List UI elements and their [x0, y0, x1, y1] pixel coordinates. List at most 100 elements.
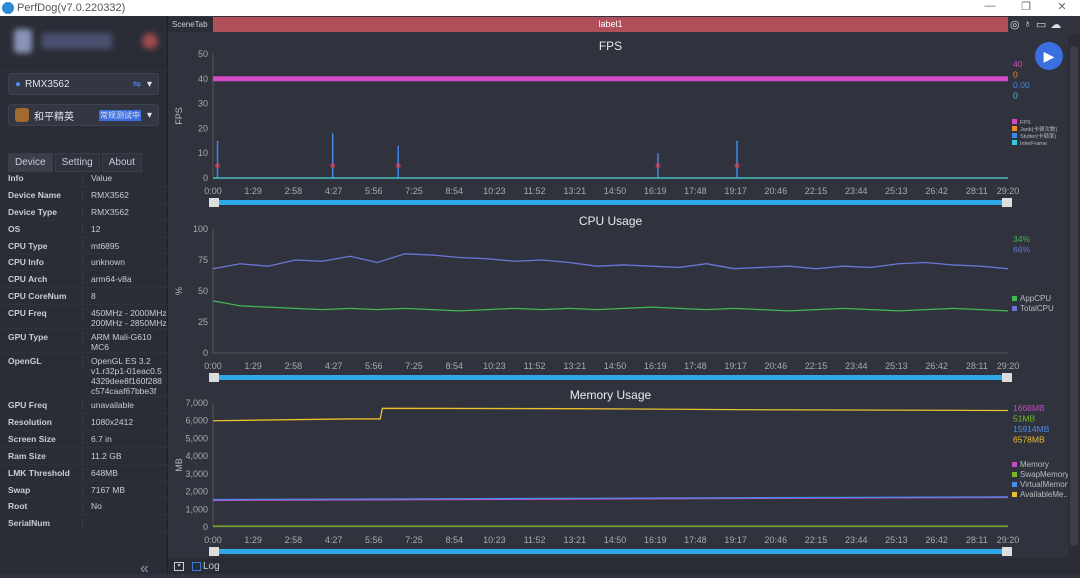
y-axis-label: % — [174, 287, 184, 295]
y-tick-label: 100 — [193, 224, 208, 234]
log-checkbox[interactable] — [192, 561, 201, 571]
x-tick-label: 0:00 — [204, 186, 222, 196]
device-select[interactable]: ● RMX3562 ⇋ ▾ — [8, 73, 159, 95]
legend-entry: AppCPU — [1020, 294, 1051, 303]
slider-handle-right — [1002, 373, 1012, 382]
y-tick-label: 50 — [198, 49, 208, 59]
x-tick-label: 28:11 — [966, 361, 988, 371]
x-tick-label: 23:44 — [845, 535, 868, 545]
series-current-value: 0 — [1013, 91, 1018, 101]
x-tick-label: 22:15 — [805, 535, 828, 545]
info-row: CPU Type mt6895 — [0, 238, 168, 255]
app-select[interactable]: 和平精英 常规测试中 ▾ — [8, 104, 159, 126]
x-tick-label: 29:20 — [997, 535, 1020, 545]
x-tick-label: 5:56 — [365, 361, 383, 371]
y-tick-label: 0 — [203, 348, 208, 358]
app-icon — [15, 108, 29, 122]
y-tick-label: 7,000 — [185, 398, 208, 408]
scrollbar[interactable] — [1068, 34, 1080, 558]
series-current-value: 51MB — [1013, 414, 1036, 424]
legend-entry: Memory — [1020, 460, 1049, 469]
x-tick-label: 19:17 — [724, 361, 747, 371]
maximize-button[interactable]: ❐ — [1008, 0, 1044, 13]
x-tick-label: 14:50 — [604, 535, 627, 545]
legend-entry: VirtualMemory — [1020, 480, 1071, 489]
collapse-icon[interactable]: « — [140, 560, 149, 578]
user-profile[interactable] — [0, 16, 167, 66]
bottom-bar: ▾ Log — [168, 558, 1080, 574]
minimize-button[interactable]: — — [972, 0, 1008, 13]
y-tick-label: 4,000 — [185, 451, 208, 461]
x-tick-label: 0:00 — [204, 535, 222, 545]
y-axis-label: FPS — [174, 107, 184, 125]
series-line-1 — [212, 253, 1009, 270]
y-tick-label: 2,000 — [185, 487, 208, 497]
info-row: SerialNum — [0, 515, 168, 533]
x-tick-label: 11:52 — [524, 535, 546, 545]
x-tick-label: 11:52 — [524, 361, 546, 371]
info-row: CPU CoreNum 8 — [0, 288, 168, 306]
x-tick-label: 19:17 — [724, 535, 747, 545]
info-row: CPU Info unknown — [0, 254, 168, 272]
legend-entry: TotalCPU — [1020, 304, 1054, 313]
chart-title: CPU Usage — [579, 214, 643, 228]
expand-icon[interactable]: ▾ — [174, 561, 184, 571]
y-tick-label: 40 — [198, 74, 208, 84]
series-current-value: 15914MB — [1013, 424, 1050, 434]
slider-handle-left — [209, 198, 219, 207]
legend-entry: SwapMemory — [1020, 470, 1069, 479]
x-tick-label: 0:00 — [204, 361, 222, 371]
x-tick-label: 20:46 — [765, 186, 788, 196]
info-row: OpenGL OpenGL ES 3.2 v1.r32p1-01eac0.5 43… — [0, 353, 168, 398]
time-range-slider — [213, 549, 1008, 554]
x-tick-label: 14:50 — [604, 186, 627, 196]
sidebar: ● RMX3562 ⇋ ▾ 和平精英 常规测试中 ▾ Device Settin… — [0, 16, 168, 577]
y-tick-label: 0 — [203, 173, 208, 183]
x-tick-label: 20:46 — [765, 361, 788, 371]
test-status-badge: 常规测试中 — [98, 109, 141, 121]
series-current-value: 6578MB — [1013, 435, 1045, 445]
app-name: 和平精英 — [34, 111, 74, 123]
info-row: Resolution 1080x2412 — [0, 414, 168, 431]
info-row: CPU Freq 450MHz - 2000MHz 200MHz - 2850MH… — [0, 305, 168, 330]
series-line-3 — [212, 407, 1009, 422]
x-tick-label: 4:27 — [325, 535, 343, 545]
x-tick-label: 13:21 — [564, 186, 587, 196]
x-tick-label: 14:50 — [604, 361, 627, 371]
x-tick-label: 23:44 — [845, 186, 868, 196]
x-tick-label: 25:13 — [885, 535, 908, 545]
y-tick-label: 25 — [198, 317, 208, 327]
x-tick-label: 16:19 — [644, 361, 667, 371]
close-button[interactable]: ✕ — [1044, 0, 1080, 13]
x-tick-label: 7:25 — [405, 361, 423, 371]
jank-marker — [395, 163, 401, 169]
x-tick-label: 29:20 — [997, 361, 1020, 371]
log-label: Log — [203, 560, 220, 572]
time-range-slider — [213, 200, 1008, 205]
x-tick-label: 10:23 — [483, 535, 506, 545]
slider-handle-right — [1002, 198, 1012, 207]
info-row: Device Name RMX3562 — [0, 187, 168, 204]
x-tick-label: 4:27 — [325, 361, 343, 371]
x-tick-label: 26:42 — [925, 186, 948, 196]
x-tick-label: 20:46 — [765, 535, 788, 545]
x-tick-label: 5:56 — [365, 535, 383, 545]
play-button[interactable]: ▶ — [1035, 42, 1063, 70]
legend-entry: Jank(卡顿次数) — [1020, 125, 1057, 133]
legend-entry: AvailableMe... — [1020, 490, 1070, 499]
slider-handle-left — [209, 547, 219, 556]
y-tick-label: 3,000 — [185, 469, 208, 479]
series-current-value: 1668MB — [1013, 403, 1045, 413]
slider-handle-left — [209, 373, 219, 382]
info-row: GPU Freq unavailable — [0, 397, 168, 415]
x-tick-label: 8:54 — [445, 361, 463, 371]
x-tick-label: 16:19 — [644, 535, 667, 545]
x-tick-label: 11:52 — [524, 186, 546, 196]
info-row: Device Type RMX3562 — [0, 204, 168, 221]
series-current-value: 0 — [1013, 70, 1018, 80]
x-tick-label: 28:11 — [966, 186, 988, 196]
y-tick-label: 20 — [198, 123, 208, 133]
app-title: PerfDog(v7.0.220332) — [17, 2, 126, 14]
y-tick-label: 0 — [203, 522, 208, 532]
x-tick-label: 25:13 — [885, 361, 908, 371]
